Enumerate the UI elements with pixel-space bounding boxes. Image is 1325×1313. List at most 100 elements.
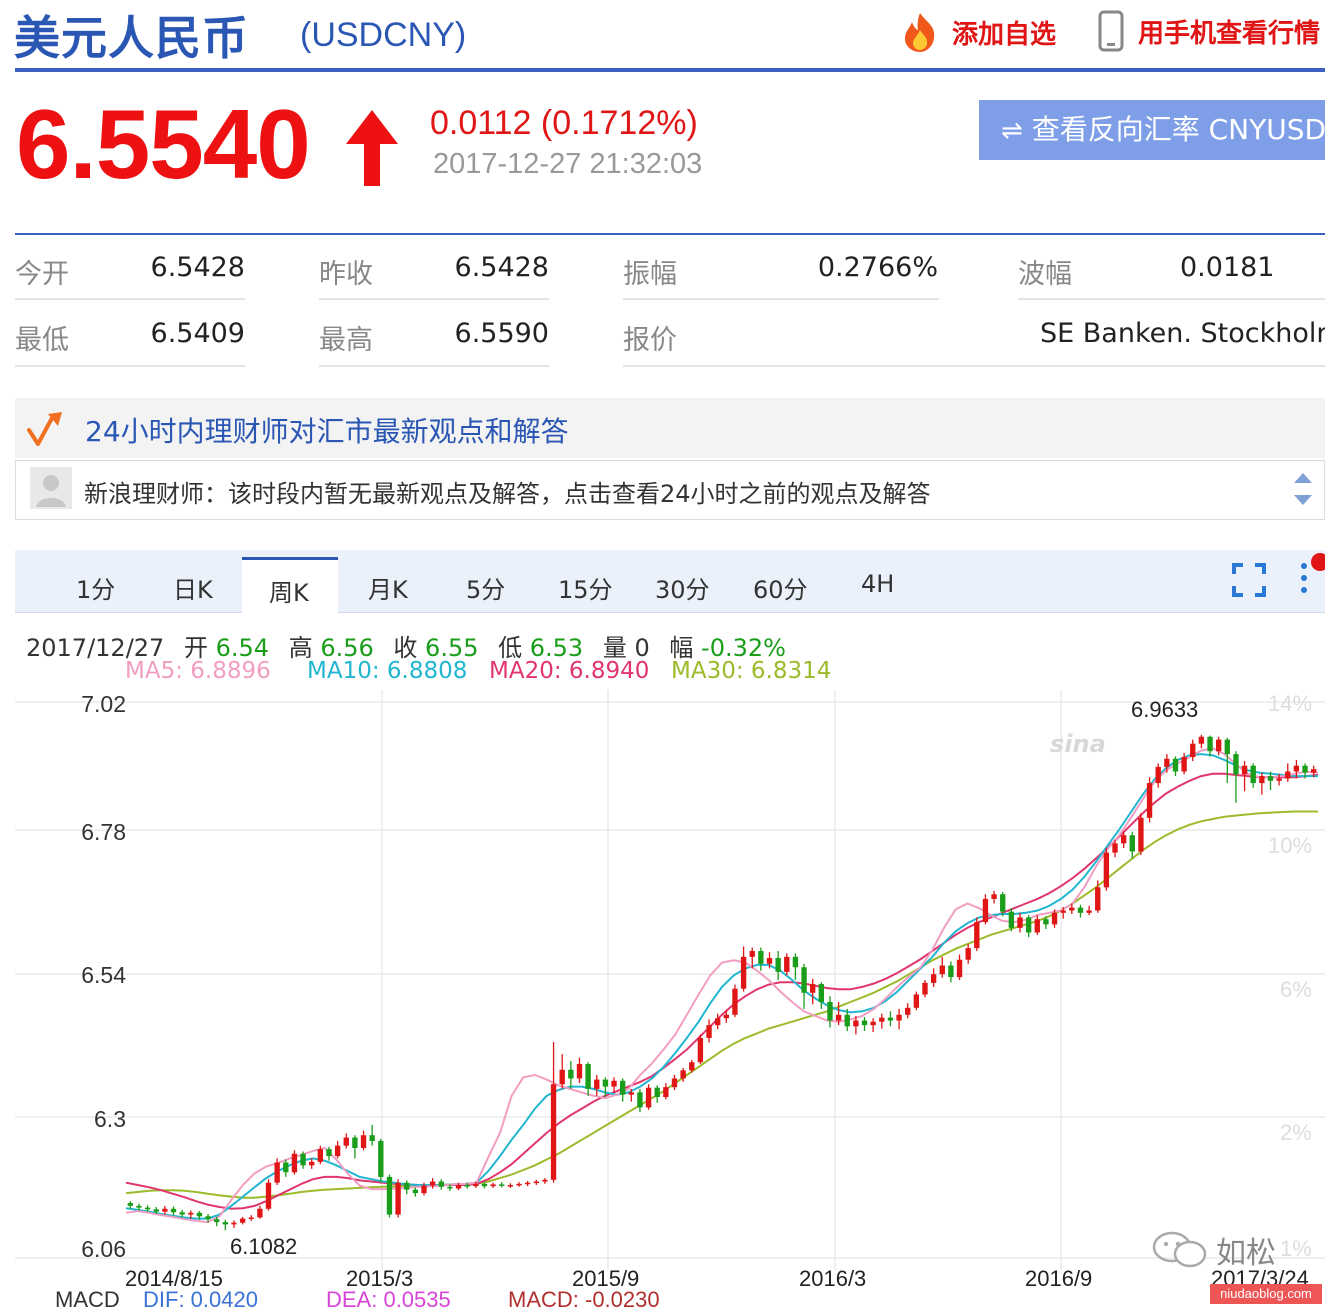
candle-body-12 [231,1222,237,1225]
advisor-note[interactable]: 新浪理财师：该时段内暂无最新观点及解答，点击查看24小时之前的观点及解答 [84,474,931,509]
candle-body-70 [732,988,738,1015]
tab-daily[interactable]: 日K [173,570,213,605]
candle-body-110 [1077,907,1084,913]
candle-body-61 [654,1087,660,1097]
candle-body-55 [602,1079,609,1087]
stat-low-line [15,365,245,367]
candle-body-82 [835,1014,842,1021]
candles [127,734,1317,1231]
candle-body-3 [153,1209,159,1212]
stat-range-value: 0.0181 [1180,252,1275,283]
candle-body-91 [913,994,920,1008]
scroll-arrows-icon[interactable] [1292,470,1314,508]
tab-15min[interactable]: 15分 [558,570,613,605]
x-tick-4: 2016/9 [1025,1266,1093,1291]
more-icon[interactable] [1298,552,1325,598]
kline-chart[interactable] [0,680,1325,1280]
y-tick-0: 7.02 [81,691,126,717]
fullscreen-icon[interactable] [1232,563,1266,597]
tab-weekly[interactable]: 周K [269,573,309,608]
candle-body-44 [507,1185,514,1187]
candle-body-33 [412,1189,419,1194]
candle-body-119 [1155,766,1161,784]
candle-body-46 [524,1182,531,1185]
candle-body-137 [1311,769,1317,773]
candle-body-17 [274,1162,280,1183]
candle-body-125 [1207,736,1213,752]
stat-prevclose-label: 昨收 [319,259,373,290]
add-watch-button[interactable]: 添加自选 [898,10,1056,54]
reverse-rate-button[interactable]: ⇌ 查看反向汇率 CNYUSD [979,100,1325,160]
swap-icon: ⇌ [1001,116,1023,146]
candle-body-78 [801,967,807,993]
candle-body-21 [309,1161,315,1166]
candle-body-4 [162,1208,168,1212]
candle-body-52 [576,1063,583,1079]
up-arrow-icon [346,110,398,186]
tab-5min[interactable]: 5分 [466,570,505,605]
candle-body-76 [784,956,790,972]
candle-body-50 [559,1069,565,1085]
y-tick-2: 6.54 [81,962,126,988]
candle-body-88 [887,1017,894,1021]
pair-name-cn: 美元人民币 [14,11,249,65]
y-tick-1: 6.78 [81,819,126,845]
candle-body-100 [991,894,997,899]
tab-1min[interactable]: 1分 [76,570,115,605]
candle-body-117 [1138,817,1144,852]
tab-60min[interactable]: 60分 [753,570,808,605]
stat-low-label: 最低 [15,325,69,356]
candle-body-14 [248,1217,254,1219]
add-watch-label: 添加自选 [952,19,1057,50]
candle-body-66 [697,1037,704,1063]
trend-up-icon [27,412,62,446]
candle-body-93 [930,974,937,983]
stat-prevclose-value: 6.5428 [454,252,549,283]
y-tick-3: 6.3 [94,1106,126,1132]
candle-body-115 [1120,835,1127,844]
phone-icon [1098,10,1124,52]
candle-body-22 [317,1149,324,1162]
stat-prevclose-line [319,298,549,300]
candle-body-51 [568,1069,574,1079]
candle-body-68 [715,1018,721,1026]
candle-body-130 [1250,765,1256,784]
candle-body-102 [1008,911,1015,928]
ma30-line [125,810,1318,1199]
stat-low-value: 6.5409 [150,318,245,349]
candle-body-111 [1086,910,1092,913]
stat-open-label: 今开 [15,259,69,290]
candle-body-60 [645,1087,652,1108]
stat-open-line [15,298,245,300]
chart-grid [15,690,1325,1270]
candle-body-86 [870,1021,876,1026]
candle-body-89 [896,1014,902,1021]
tab-30min[interactable]: 30分 [655,570,710,605]
candle-body-32 [404,1182,410,1190]
reverse-rate-label: 查看反向汇率 CNYUSD [1031,113,1325,146]
candle-body-124 [1198,736,1205,744]
candle-body-84 [853,1020,859,1027]
candle-body-104 [1025,917,1032,933]
tab-monthly[interactable]: 月K [368,570,408,605]
advisor-title[interactable]: 24小时内理财师对汇市最新观点和解答 [85,410,569,450]
tab-4h[interactable]: 4H [861,570,894,598]
candle-body-90 [905,1007,911,1015]
candle-body-35 [429,1181,436,1186]
stat-amplitude-label: 振幅 [623,259,677,290]
x-tick-3: 2016/3 [799,1266,867,1291]
mobile-view-link[interactable]: 用手机查看行情 [1098,10,1320,52]
stat-open-value: 6.5428 [150,252,245,283]
candle-body-7 [188,1212,194,1215]
candle-body-95 [948,965,954,978]
candle-body-37 [447,1186,453,1189]
candle-body-85 [861,1020,868,1026]
quote-timestamp: 2017-12-27 21:32:03 [433,148,703,180]
header-divider [15,68,1325,72]
candle-body-92 [922,982,928,995]
candle-body-112 [1095,887,1101,911]
candle-body-48 [542,1179,548,1182]
candle-body-97 [965,948,971,960]
candle-body-5 [170,1208,177,1213]
candle-body-57 [619,1080,626,1095]
